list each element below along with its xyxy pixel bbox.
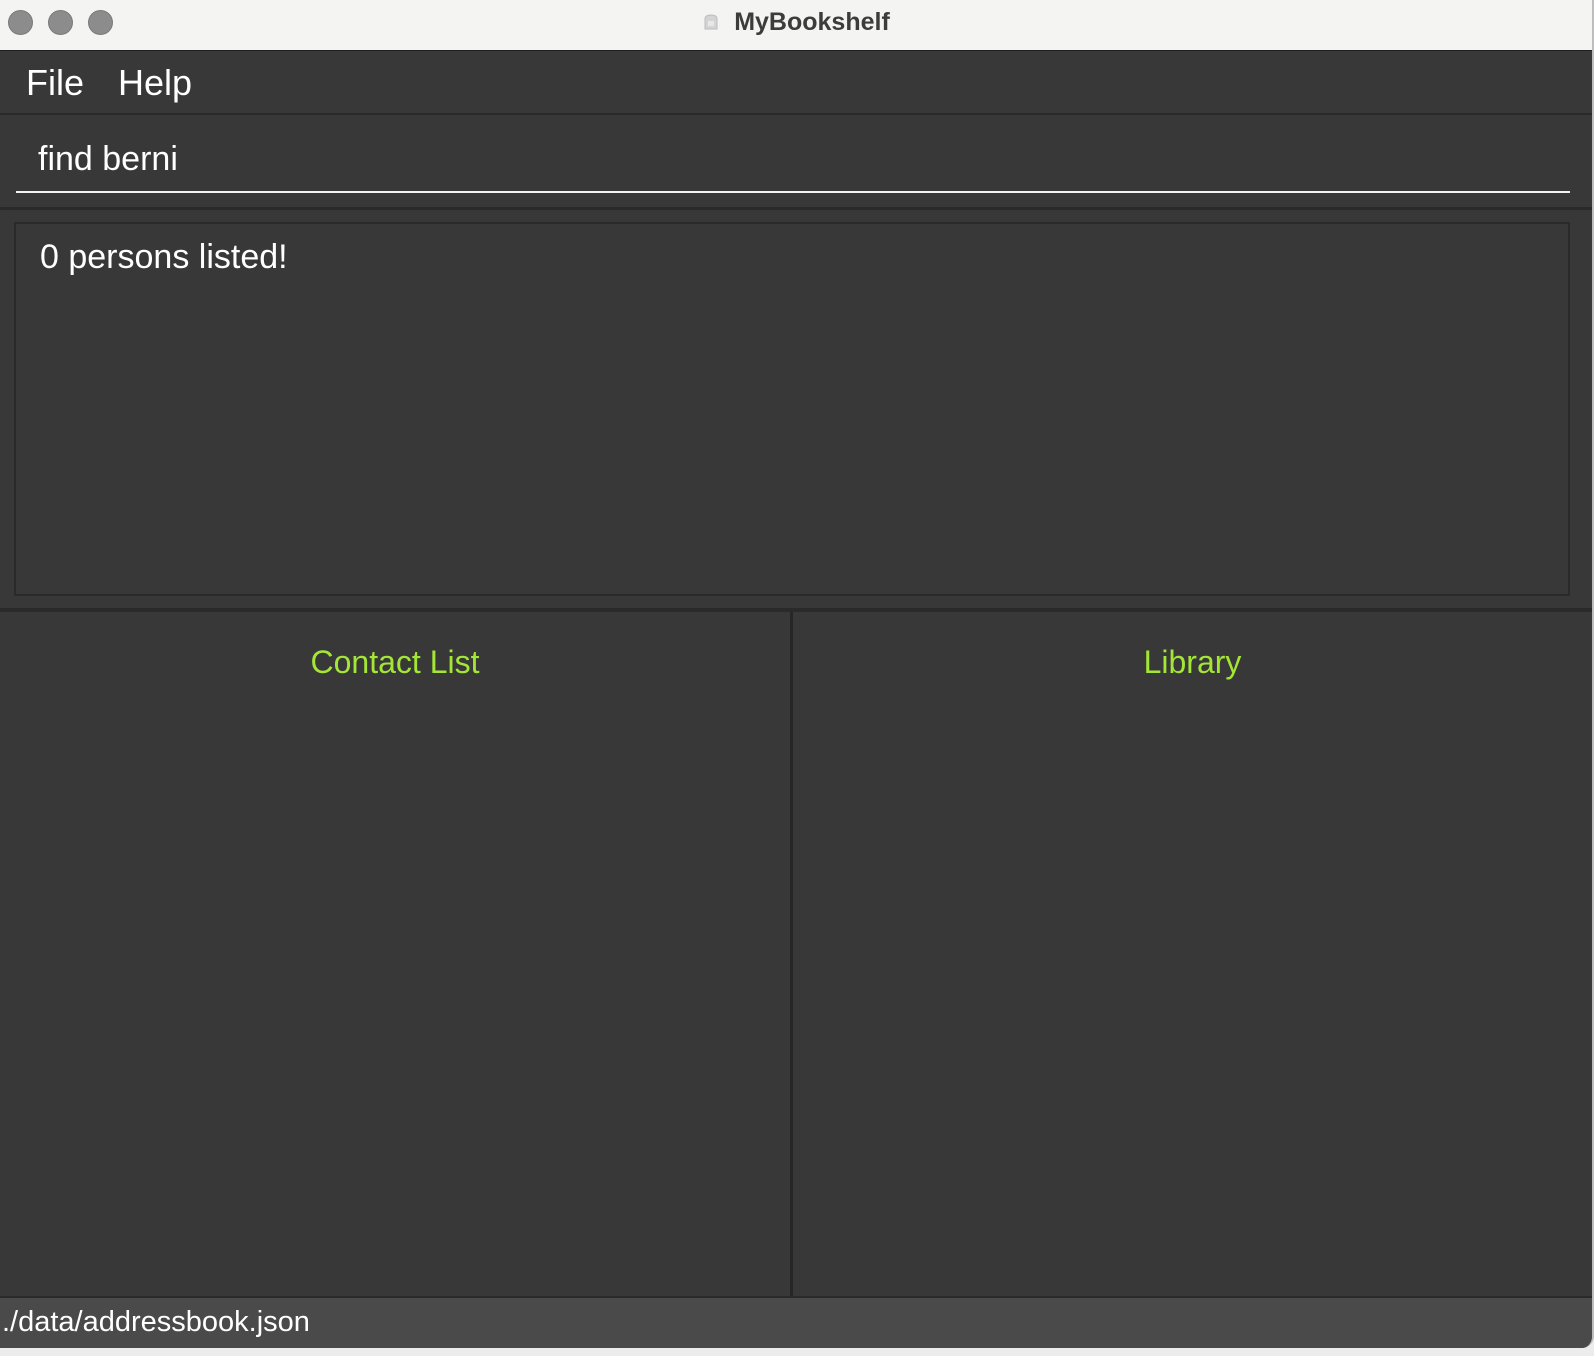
contact-list-panel: Contact List [0, 612, 790, 1296]
document-icon [702, 13, 720, 31]
title-bar[interactable]: MyBookshelf [0, 0, 1592, 51]
command-input[interactable] [16, 127, 1570, 193]
contact-list-title: Contact List [310, 644, 480, 680]
menu-help[interactable]: Help [118, 61, 192, 105]
status-file-path: ./data/addressbook.json [2, 1306, 310, 1338]
command-box [0, 115, 1592, 210]
library-panel: Library [793, 612, 1592, 1296]
result-display: 0 persons listed! [14, 222, 1570, 596]
window-title: MyBookshelf [734, 7, 890, 36]
menu-bar: File Help [0, 51, 1592, 115]
status-bar: ./data/addressbook.json [0, 1296, 1592, 1348]
menu-file[interactable]: File [26, 61, 84, 105]
library-title: Library [1143, 644, 1242, 680]
result-message: 0 persons listed! [40, 238, 288, 276]
app-window: MyBookshelf File Help 0 persons listed! … [0, 0, 1594, 1348]
